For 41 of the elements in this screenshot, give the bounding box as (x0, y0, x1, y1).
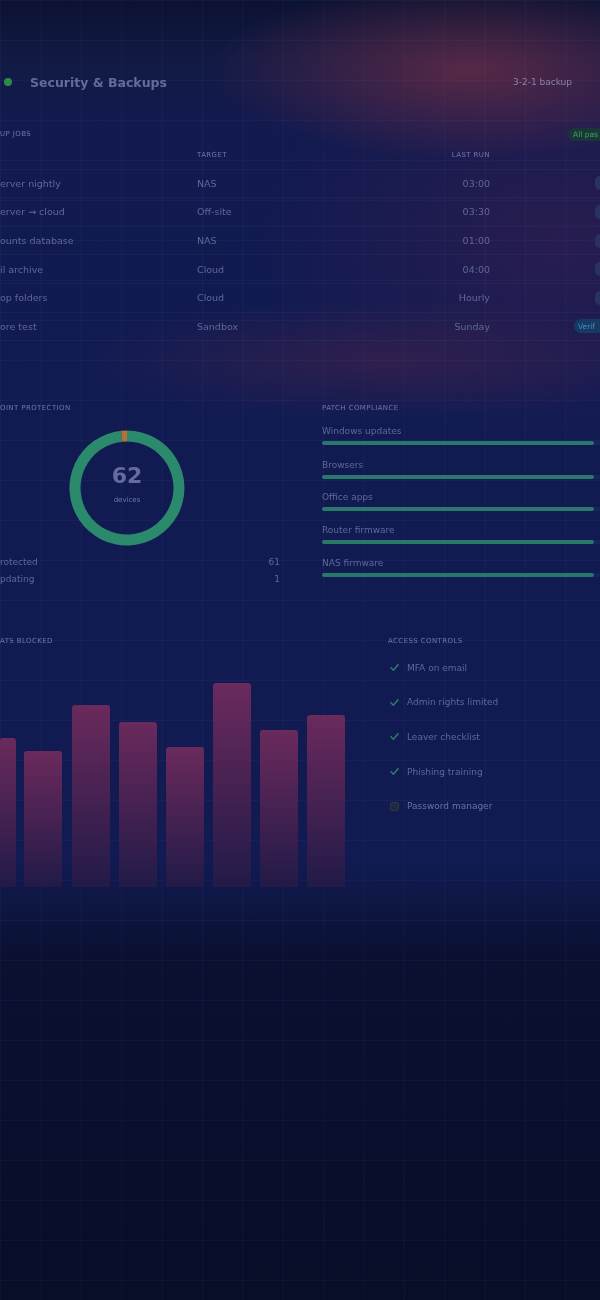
last-run-cell-text: Sunday (453, 320, 490, 332)
patch-item-label: Router firmware (322, 524, 396, 535)
legend-label: rotected (0, 556, 38, 567)
checkmark-icon[interactable] (390, 767, 399, 777)
legend-value: 61 (268, 556, 280, 567)
target-cell-text: NAS (197, 235, 218, 247)
checkbox-icon[interactable] (390, 801, 399, 811)
target-cell-text: Off-site (197, 206, 233, 218)
target-cell-text: NAS (197, 177, 218, 189)
last-run-cell-text: 03:30 (461, 206, 490, 218)
job-name-cell-text: op folders (0, 292, 49, 304)
job-name-cell-text: erver nightly (0, 177, 62, 189)
last-run-cell-text: 04:00 (461, 263, 490, 275)
patch-item-label: Office apps (322, 492, 374, 503)
backup-rule-text: 3-2-1 backup (512, 77, 572, 87)
checkmark-icon[interactable] (390, 663, 399, 672)
checkmark-icon[interactable] (390, 732, 399, 742)
target-cell-text: Cloud (197, 263, 226, 275)
panel-title: Security & Backups (30, 74, 167, 90)
legend-label: pdating (0, 573, 35, 584)
job-name-cell-text: ore test (0, 320, 38, 332)
job-name-cell-text: erver → cloud (0, 206, 66, 218)
control-label: Phishing training (407, 766, 483, 777)
target-cell-text: Sandbox (197, 320, 240, 332)
patch-item-label: Browsers (322, 459, 365, 470)
target-cell-text: Cloud (197, 292, 226, 304)
checkmark-icon[interactable] (390, 697, 399, 707)
control-label: Admin rights limited (407, 697, 499, 708)
last-run-cell-text: 03:00 (461, 177, 490, 189)
job-name-cell-text: il archive (0, 263, 45, 275)
last-run-cell-text: Hourly (457, 292, 490, 304)
control-label: MFA on email (407, 662, 468, 673)
patch-item-label: NAS firmware (322, 557, 385, 568)
device-count: 62 (111, 463, 143, 490)
job-name-cell-text: ounts database (0, 235, 75, 247)
status-dot-icon (4, 78, 12, 86)
last-run-cell-text: 01:00 (461, 235, 490, 247)
control-label: Password manager (407, 801, 493, 812)
legend-value: 1 (274, 573, 280, 584)
patch-item-label: Windows updates (322, 426, 403, 437)
control-label: Leaver checklist (407, 731, 480, 742)
